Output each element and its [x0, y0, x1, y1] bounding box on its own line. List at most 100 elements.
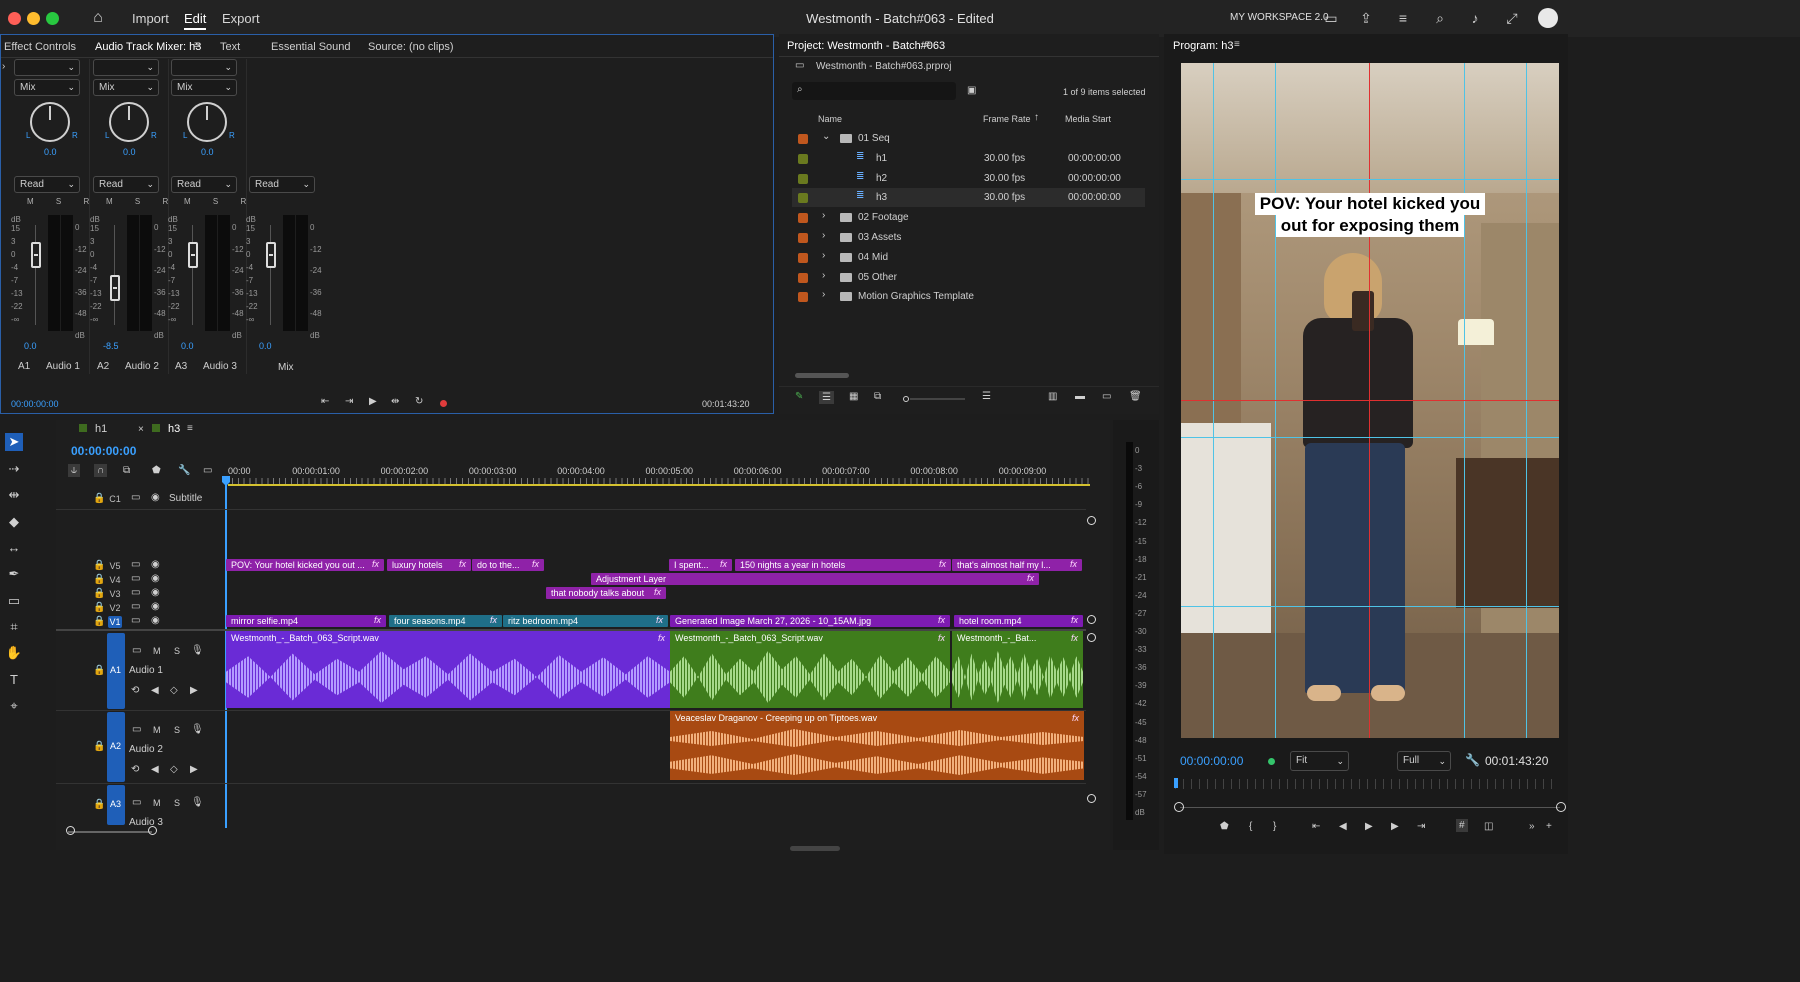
fx-badge[interactable]: fx	[459, 559, 466, 569]
fx-badge[interactable]: fx	[938, 633, 945, 643]
share-icon[interactable]: ⇪	[1358, 10, 1374, 26]
fx-badge[interactable]: fx	[720, 559, 727, 569]
sort-ascending-icon[interactable]: ↑	[1034, 112, 1039, 123]
track-label-v5[interactable]: V5	[108, 560, 122, 572]
zoom-slider[interactable]	[910, 398, 965, 400]
program-timecode[interactable]: 00:00:00:00	[1180, 754, 1243, 768]
microphone-icon[interactable]: 🎙	[191, 797, 204, 808]
go-to-in-icon[interactable]: ⇤	[1312, 821, 1320, 832]
video-clip[interactable]: Generated Image March 27, 2026 - 10_15AM…	[670, 615, 950, 627]
pan-value-1[interactable]: 0.0	[44, 147, 57, 157]
pan-knob-3[interactable]	[187, 102, 227, 142]
program-zoom-bar[interactable]	[1180, 807, 1560, 808]
program-title[interactable]: Program: h3	[1173, 40, 1234, 52]
snap-icon[interactable]: ∩	[94, 464, 108, 477]
label-color-swatch[interactable]	[798, 153, 808, 164]
freeform-view-icon[interactable]: ⧉	[874, 391, 881, 402]
title-clip[interactable]: that's almost half my l...	[952, 559, 1082, 571]
project-item[interactable]: ≣ h1 30.00 fps 00:00:00:00	[792, 149, 1145, 168]
hand-tool-icon[interactable]: ✋	[5, 644, 23, 662]
go-to-out-icon[interactable]: ⇥	[345, 396, 353, 407]
sync-lock-icon[interactable]: ▭	[131, 587, 140, 598]
label-color-swatch[interactable]	[798, 213, 808, 224]
eye-icon[interactable]: ◉	[151, 601, 160, 612]
col-media-start[interactable]: Media Start	[1065, 114, 1111, 124]
mark-out-icon[interactable]: }	[1273, 821, 1276, 832]
eye-icon[interactable]: ◉	[151, 492, 160, 503]
program-ruler[interactable]	[1175, 779, 1559, 789]
video-clip[interactable]: ritz bedroom.mp4	[503, 615, 668, 627]
sync-lock-icon[interactable]: ▭	[131, 559, 140, 570]
fx-badge[interactable]: fx	[1071, 615, 1078, 625]
chevron-right-icon[interactable]: ›	[822, 210, 825, 221]
fx-badge[interactable]: fx	[532, 559, 539, 569]
captions-icon[interactable]: ▭	[203, 465, 212, 476]
automation-dropdown-1[interactable]: Read ⌄	[14, 176, 80, 193]
video-clip[interactable]: four seasons.mp4	[389, 615, 502, 627]
track-label-v3[interactable]: V3	[108, 588, 122, 600]
audio-clip[interactable]: Westmonth_-_Batch_063_Script.wav	[670, 631, 950, 708]
mark-in-icon[interactable]: {	[1249, 821, 1252, 832]
fader-value-4[interactable]: 0.0	[259, 341, 272, 351]
a-scroll-top-handle[interactable]	[1087, 633, 1096, 642]
col-frame-rate[interactable]: Frame Rate	[983, 114, 1031, 124]
fx-badge[interactable]: fx	[1027, 573, 1034, 583]
project-search-input[interactable]: ⌕	[792, 82, 956, 100]
lock-icon[interactable]: 🔒	[93, 799, 105, 810]
avatar[interactable]	[1538, 8, 1558, 28]
title-clip[interactable]: 150 nights a year in hotels	[735, 559, 951, 571]
pencil-icon[interactable]: ✎	[795, 391, 803, 402]
track-label-v4[interactable]: V4	[108, 574, 122, 586]
pan-value-2[interactable]: 0.0	[123, 147, 136, 157]
timeline-timecode[interactable]: 00:00:00:00	[71, 444, 136, 458]
panel-layout-icon[interactable]: ▭	[1323, 10, 1339, 26]
microphone-icon[interactable]: 🎙	[191, 645, 204, 656]
lock-icon[interactable]: 🔒	[93, 741, 105, 752]
track-label-c1[interactable]: C1	[108, 493, 122, 505]
eye-icon[interactable]: ◉	[151, 615, 160, 626]
fader-value-1[interactable]: 0.0	[24, 341, 37, 351]
record-button[interactable]	[440, 400, 447, 407]
project-item[interactable]: › 05 Other	[792, 268, 1145, 287]
fx-badge[interactable]: fx	[1072, 713, 1079, 723]
panel-menu-icon[interactable]: ≡	[1234, 39, 1240, 50]
volume-fader-4[interactable]	[266, 242, 276, 268]
fx-badge[interactable]: fx	[490, 615, 497, 625]
a-scroll-bottom-handle[interactable]	[1087, 794, 1096, 803]
sync-lock-icon[interactable]: ▭	[132, 645, 141, 656]
fx-badge[interactable]: fx	[658, 633, 665, 643]
fx-badge[interactable]: fx	[939, 559, 946, 569]
go-to-in-icon[interactable]: ⇤	[321, 396, 329, 407]
program-video-frame[interactable]: POV: Your hotel kicked you out for expos…	[1181, 63, 1559, 738]
close-tab-icon[interactable]: ×	[138, 424, 144, 435]
timeline-zoom-scrollbar[interactable]	[68, 831, 152, 833]
panel-menu-icon[interactable]: ≡	[194, 40, 200, 51]
work-area-bar[interactable]	[228, 484, 1090, 486]
mute-button[interactable]: M	[153, 725, 161, 735]
new-bin-icon[interactable]: ▬	[1075, 391, 1085, 402]
mix-dropdown-2[interactable]: Mix ⌄	[93, 79, 159, 96]
marker-icon[interactable]: ⬟	[1220, 821, 1229, 832]
sync-lock-icon[interactable]: ▭	[131, 601, 140, 612]
export-frame-icon[interactable]: ◫	[1484, 821, 1493, 832]
volume-keyframe-icon[interactable]: ⟲	[131, 685, 139, 696]
solo-button[interactable]: S	[174, 725, 180, 735]
search-icon[interactable]: ⌕	[1432, 10, 1448, 26]
play-in-to-out-icon[interactable]: ⇹	[391, 396, 399, 407]
pan-knob-1[interactable]	[30, 102, 70, 142]
project-item[interactable]: ≣ h2 30.00 fps 00:00:00:00	[792, 169, 1145, 188]
label-color-swatch[interactable]	[798, 292, 808, 303]
crop-tool-icon[interactable]: ⌗	[5, 618, 23, 636]
solo-button[interactable]: S	[174, 646, 180, 656]
v-scroll-top-handle[interactable]	[1087, 516, 1096, 525]
fx-badge[interactable]: fx	[654, 587, 661, 597]
razor-tool-icon[interactable]: ◆	[5, 513, 23, 531]
fx-badge[interactable]: fx	[374, 615, 381, 625]
lock-icon[interactable]: 🔒	[93, 602, 105, 613]
volume-icon[interactable]: ♪	[1467, 10, 1483, 26]
caption-tool-icon[interactable]: ⌖	[5, 697, 23, 715]
title-clip[interactable]: that nobody talks about	[546, 587, 666, 599]
next-keyframe-icon[interactable]: ▶	[190, 764, 198, 775]
audio-clip[interactable]: Westmonth_-_Batch_063_Script.wav	[226, 631, 670, 708]
chevron-right-icon[interactable]: ›	[822, 289, 825, 300]
